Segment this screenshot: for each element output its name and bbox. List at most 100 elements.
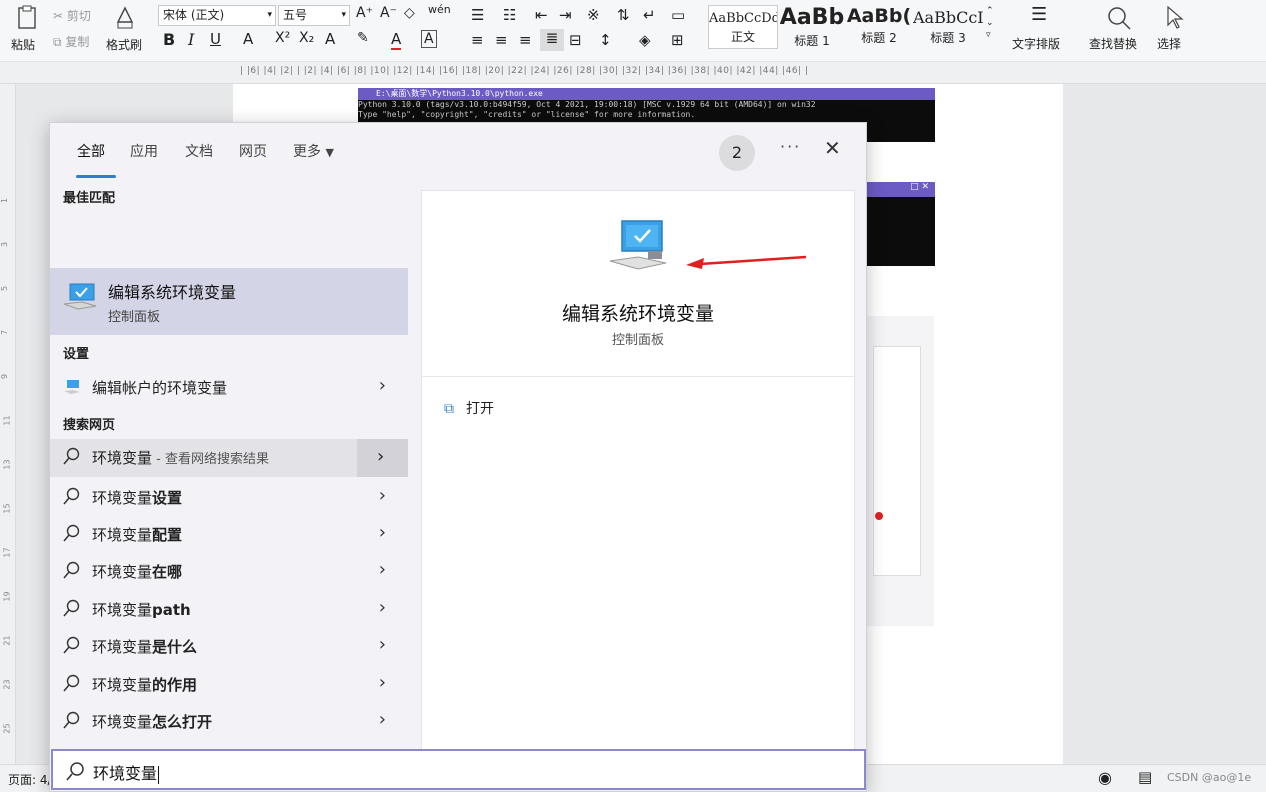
- strikethrough-icon[interactable]: A: [243, 30, 253, 48]
- web-item[interactable]: 环境变量是什么 ›: [50, 628, 408, 664]
- open-label: 打开: [466, 401, 494, 417]
- best-match-subtitle: 控制面板: [108, 310, 161, 325]
- style-heading2[interactable]: AaBb( 标题 2: [846, 5, 912, 49]
- styles-scroll-icon[interactable]: ⌃ ⌄ ▿: [986, 5, 994, 41]
- chevron-right-icon[interactable]: ›: [379, 709, 386, 730]
- terminal-title: E:\桌面\数学\Python3.10.0\python.exe: [358, 88, 935, 100]
- tab-more-label: 更多: [293, 144, 321, 160]
- tab-more[interactable]: 更多 ▼: [293, 141, 334, 161]
- chevron-right-icon[interactable]: ›: [379, 597, 386, 618]
- chevron-right-icon[interactable]: ›: [379, 634, 386, 655]
- superscript-icon[interactable]: X²: [275, 30, 290, 46]
- best-match-item[interactable]: 编辑系统环境变量 控制面板: [50, 268, 408, 335]
- settings-item[interactable]: 编辑帐户的环境变量 ›: [50, 369, 408, 405]
- search-icon[interactable]: [1106, 5, 1132, 31]
- web-item[interactable]: 环境变量 - 查看网络搜索结果 ›: [50, 439, 408, 477]
- sort-icon[interactable]: ⇅: [617, 6, 630, 24]
- search-icon: [66, 762, 84, 781]
- search-icon: [63, 636, 80, 654]
- text-layout-icon[interactable]: ☰: [1031, 4, 1047, 25]
- search-icon: [63, 561, 80, 579]
- align-right-icon[interactable]: ≡: [519, 31, 532, 49]
- text-effect-icon[interactable]: A: [325, 30, 335, 48]
- close-icon[interactable]: ✕: [824, 136, 841, 160]
- font-name-value: 宋体 (正文): [163, 8, 225, 22]
- page-indicator[interactable]: 页面: 4/: [8, 771, 52, 788]
- tab-all[interactable]: 全部: [77, 141, 105, 161]
- query-text: 环境变量: [92, 563, 153, 581]
- decrease-indent-icon[interactable]: ⇤: [535, 6, 548, 24]
- rewards-badge[interactable]: 2: [719, 135, 755, 171]
- bold-icon[interactable]: B: [163, 30, 175, 49]
- format-painter-button[interactable]: 格式刷: [106, 36, 142, 53]
- style-normal[interactable]: AaBbCcDd 正文: [708, 5, 778, 49]
- web-item[interactable]: 环境变量的作用 ›: [50, 666, 408, 702]
- chevron-right-icon[interactable]: ›: [379, 559, 386, 580]
- grow-font-icon[interactable]: A⁺: [356, 5, 373, 21]
- vruler-tick: 11: [2, 415, 12, 426]
- chinese-layout-icon[interactable]: ※: [587, 6, 600, 24]
- web-item[interactable]: 环境变量设置 ›: [50, 479, 408, 515]
- style-heading3[interactable]: AaBbCcI 标题 3: [913, 5, 983, 49]
- char-border-icon[interactable]: A: [421, 30, 437, 48]
- align-center-icon[interactable]: ≡: [495, 31, 508, 49]
- cut-button[interactable]: ✂ 剪切: [53, 7, 91, 24]
- web-item[interactable]: 环境变量配置 ›: [50, 516, 408, 552]
- chevron-right-icon[interactable]: ›: [379, 485, 386, 506]
- italic-icon[interactable]: I: [188, 30, 194, 49]
- search-icon: [63, 524, 80, 542]
- clear-format-icon[interactable]: ◇: [404, 5, 415, 21]
- cursor-icon[interactable]: [1164, 5, 1184, 31]
- increase-indent-icon[interactable]: ⇥: [559, 6, 572, 24]
- copy-button[interactable]: ⧉ 复制: [53, 33, 89, 50]
- subscript-icon[interactable]: X₂: [299, 30, 314, 46]
- best-match-title: 编辑系统环境变量: [108, 283, 237, 302]
- font-name-select[interactable]: 宋体 (正文) ▾: [158, 5, 276, 26]
- page-view-icon[interactable]: ▤: [1138, 768, 1152, 786]
- select-button[interactable]: 选择: [1157, 35, 1181, 52]
- open-action[interactable]: ⧉ 打开: [444, 398, 494, 418]
- web-item[interactable]: 环境变量怎么打开 ›: [50, 703, 408, 739]
- number-list-icon[interactable]: ☷: [503, 6, 516, 24]
- style-label: 标题 1: [794, 34, 830, 48]
- more-options-icon[interactable]: ···: [780, 137, 801, 156]
- font-color-icon[interactable]: A: [391, 30, 402, 50]
- search-input[interactable]: 环境变量: [93, 760, 160, 784]
- align-left-icon[interactable]: ≡: [471, 31, 484, 49]
- text-layout-button[interactable]: 文字排版: [1012, 35, 1060, 52]
- open-web-results-button[interactable]: ›: [357, 439, 408, 477]
- shading-icon[interactable]: ◈: [639, 31, 651, 49]
- borders-icon[interactable]: ⊞: [671, 31, 684, 49]
- search-box[interactable]: 环境变量: [51, 749, 866, 790]
- chevron-right-icon[interactable]: ›: [379, 672, 386, 693]
- show-marks-icon[interactable]: ↵: [643, 6, 656, 24]
- chevron-right-icon[interactable]: ›: [379, 522, 386, 543]
- paste-button[interactable]: 粘贴: [11, 36, 35, 53]
- paste-icon[interactable]: [16, 4, 40, 32]
- system-settings-icon: [63, 283, 97, 310]
- web-item[interactable]: 环境变量path ›: [50, 591, 408, 627]
- line-spacing-icon[interactable]: ↕: [599, 31, 612, 49]
- justify-icon[interactable]: ≣: [540, 29, 564, 51]
- underline-icon[interactable]: U: [210, 30, 221, 48]
- cut-label: 剪切: [66, 9, 91, 23]
- pinyin-guide-button[interactable]: wén: [428, 3, 451, 16]
- font-size-select[interactable]: 五号 ▾: [278, 5, 350, 26]
- format-painter-icon[interactable]: [114, 4, 136, 32]
- tab-apps[interactable]: 应用: [130, 141, 158, 161]
- shrink-font-icon[interactable]: A⁻: [380, 5, 397, 21]
- tab-ruler-icon[interactable]: ▭: [671, 6, 685, 24]
- chevron-right-icon[interactable]: ›: [379, 375, 386, 396]
- horizontal-ruler: | |6| |4| |2| | |2| |4| |6| |8| |10| |12…: [0, 62, 1266, 84]
- distribute-icon[interactable]: ⊟: [569, 31, 582, 49]
- search-icon: [63, 599, 80, 617]
- query-text: 环境变量: [92, 489, 153, 507]
- bullet-list-icon[interactable]: ☰: [471, 6, 484, 24]
- tab-documents[interactable]: 文档: [185, 141, 213, 161]
- find-replace-button[interactable]: 查找替换: [1089, 35, 1137, 52]
- web-item[interactable]: 环境变量在哪 ›: [50, 553, 408, 589]
- tab-web[interactable]: 网页: [239, 141, 267, 161]
- eye-icon[interactable]: ◉: [1098, 768, 1112, 787]
- highlight-icon[interactable]: ✎: [357, 30, 369, 46]
- style-heading1[interactable]: AaBb 标题 1: [779, 5, 845, 49]
